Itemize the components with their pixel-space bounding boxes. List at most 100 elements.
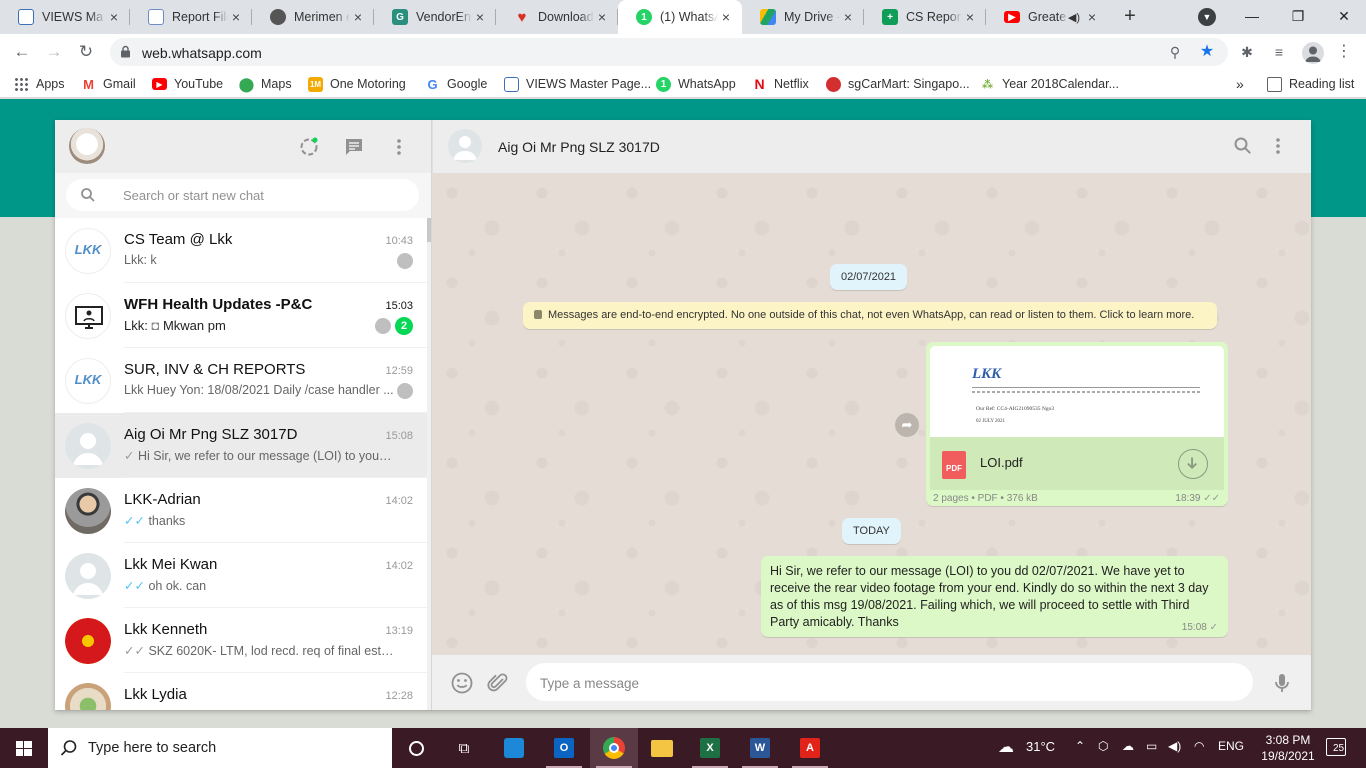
reading-list-button[interactable]: Reading list [1267, 75, 1354, 93]
show-hidden-icons[interactable]: ⌃ [1075, 739, 1085, 753]
close-window-button[interactable]: ✕ [1326, 4, 1362, 28]
message-area[interactable]: 02/07/2021 Messages are end-to-end encry… [432, 173, 1311, 655]
wifi-icon[interactable]: ◠ [1194, 739, 1204, 753]
bookmark-youtube[interactable]: ▶ YouTube [152, 75, 223, 93]
address-bar[interactable]: web.whatsapp.com ⚲ ★ [110, 38, 1228, 66]
status-icon[interactable] [298, 136, 320, 158]
taskbar-app-edge[interactable] [490, 728, 538, 768]
menu-icon[interactable] [388, 136, 410, 158]
notification-center-button[interactable]: 25 [1326, 738, 1348, 758]
security-tray-icon[interactable]: ⬡ [1098, 739, 1108, 753]
text-message[interactable]: Hi Sir, we refer to our message (LOI) to… [761, 556, 1228, 637]
new-tab-button[interactable]: + [1118, 5, 1142, 29]
bookmark-sgcarmart[interactable]: sgCarMart: Singapo... [826, 75, 970, 93]
chat-item-lkk-adrian[interactable]: LKK-Adrian 14:02 ✓✓ thanks [55, 478, 427, 543]
close-tab-icon[interactable]: × [106, 9, 122, 25]
tab-youtube[interactable]: ▶ Greate ◀) × [986, 0, 1108, 34]
download-button[interactable] [1178, 449, 1208, 479]
bookmark-onemotoring[interactable]: 1M One Motoring [308, 75, 406, 93]
search-messages-icon[interactable] [1233, 136, 1253, 156]
weather-temp[interactable]: 31°C [1026, 739, 1055, 754]
forward-icon[interactable]: ➦ [895, 413, 919, 437]
tab-download[interactable]: ♥ Download × [496, 0, 618, 34]
tab-report-file[interactable]: Report File × [130, 0, 252, 34]
onedrive-icon[interactable]: ☁ [1122, 739, 1134, 753]
conversation-menu-icon[interactable] [1268, 136, 1288, 156]
chat-item-lkk-lydia[interactable]: Lkk Lydia 12:28 [55, 673, 427, 710]
start-button[interactable] [0, 728, 48, 768]
tab-drive[interactable]: My Drive - × [742, 0, 864, 34]
taskbar-app-acrobat[interactable]: A [786, 728, 834, 768]
chat-item-aig-oi[interactable]: Aig Oi Mr Png SLZ 3017D 15:08 ✓ Hi Sir, … [55, 413, 427, 478]
minimize-button[interactable]: — [1234, 4, 1270, 28]
close-tab-icon[interactable]: × [228, 9, 244, 25]
close-tab-icon[interactable]: × [472, 9, 488, 25]
bookmark-calendar[interactable]: ⁂ Year 2018Calendar... [980, 75, 1119, 93]
document-message[interactable]: LKK Our Ref: CC4-AIG21090535 Ngo3 02 JUL… [926, 342, 1228, 506]
bookmarks-overflow[interactable]: » [1236, 75, 1244, 93]
bookmark-apps[interactable]: Apps [14, 75, 65, 93]
tab-views[interactable]: VIEWS Ma × [0, 0, 130, 34]
taskbar-app-word[interactable]: W [736, 728, 784, 768]
tab-search-icon[interactable]: ▼ [1198, 8, 1216, 26]
cortana-button[interactable] [392, 728, 440, 768]
extensions-puzzle-icon[interactable]: ✱ [1237, 42, 1257, 62]
encryption-notice[interactable]: Messages are end-to-end encrypted. No on… [523, 302, 1217, 329]
bookmark-maps[interactable]: ⬤ Maps [239, 75, 292, 93]
system-clock[interactable]: 3:08 PM 19/8/2021 [1256, 732, 1320, 764]
close-tab-icon[interactable]: × [350, 9, 366, 25]
taskbar-app-chrome[interactable] [590, 728, 638, 768]
search-icon[interactable] [80, 187, 96, 203]
contact-avatar[interactable] [448, 129, 482, 163]
tab-cs-report[interactable]: + CS Report × [864, 0, 986, 34]
search-input[interactable] [123, 185, 403, 205]
volume-icon[interactable]: ◀) [1168, 739, 1181, 753]
taskbar-app-excel[interactable]: X [686, 728, 734, 768]
lock-icon[interactable] [120, 45, 131, 58]
close-tab-icon[interactable]: × [840, 9, 856, 25]
bookmark-whatsapp[interactable]: 1 WhatsApp [656, 75, 736, 93]
message-input[interactable] [540, 673, 1230, 693]
zoom-search-icon[interactable]: ⚲ [1166, 43, 1184, 61]
profile-avatar[interactable] [1302, 42, 1324, 64]
compose-box[interactable] [526, 663, 1253, 701]
tab-vendor[interactable]: G VendorEng × [374, 0, 496, 34]
new-chat-icon[interactable] [343, 136, 365, 158]
close-tab-icon[interactable]: × [594, 9, 610, 25]
document-preview[interactable]: LKK Our Ref: CC4-AIG21090535 Ngo3 02 JUL… [930, 346, 1224, 437]
reload-button[interactable]: ↻ [74, 40, 98, 64]
task-view-button[interactable]: ⧉ [440, 728, 488, 768]
search-box[interactable] [66, 179, 419, 211]
media-control-icon[interactable]: ≡ [1269, 42, 1289, 62]
chat-item-lkk-mei-kwan[interactable]: Lkk Mei Kwan 14:02 ✓✓ oh ok. can [55, 543, 427, 608]
chat-item-wfh-health[interactable]: WFH Health Updates -P&C 15:03 Lkk: ◘ Mkw… [55, 283, 427, 348]
weather-icon[interactable]: ☁ [998, 737, 1014, 757]
forward-button[interactable]: → [42, 40, 66, 64]
bookmark-gmail[interactable]: M Gmail [81, 75, 136, 93]
chat-item-cs-team[interactable]: LKK CS Team @ Lkk 10:43 Lkk: k [55, 218, 427, 283]
taskbar-search-box[interactable]: Type here to search [48, 728, 392, 768]
bookmark-google[interactable]: G Google [425, 75, 487, 93]
conversation-header[interactable]: Aig Oi Mr Png SLZ 3017D [432, 120, 1311, 173]
emoji-icon[interactable] [450, 671, 474, 695]
close-tab-icon[interactable]: × [718, 9, 734, 25]
chat-item-lkk-kenneth[interactable]: Lkk Kenneth 13:19 ✓✓ SKZ 6020K- LTM, lod… [55, 608, 427, 673]
microphone-icon[interactable] [1270, 671, 1294, 695]
language-indicator[interactable]: ENG [1218, 739, 1244, 753]
restore-button[interactable]: ❐ [1280, 4, 1316, 28]
tab-whatsapp[interactable]: 1 (1) WhatsA × [618, 0, 742, 34]
back-button[interactable]: ← [10, 40, 34, 64]
battery-icon[interactable]: ▭ [1146, 739, 1157, 753]
tab-merimen[interactable]: Merimen e × [252, 0, 374, 34]
chat-item-sur-inv-ch[interactable]: LKK SUR, INV & CH REPORTS 12:59 Lkk Huey… [55, 348, 427, 413]
close-tab-icon[interactable]: × [962, 9, 978, 25]
speaker-icon[interactable]: ◀) [1068, 11, 1080, 24]
chrome-menu-icon[interactable]: ⋮ [1334, 42, 1354, 62]
document-file-row[interactable]: PDF LOI.pdf [930, 437, 1224, 490]
taskbar-app-explorer[interactable] [638, 728, 686, 768]
my-profile-avatar[interactable] [69, 128, 105, 164]
attach-icon[interactable] [486, 671, 510, 695]
bookmark-star-icon[interactable]: ★ [1198, 43, 1216, 61]
close-tab-icon[interactable]: × [1084, 9, 1100, 25]
bookmark-views[interactable]: VIEWS Master Page... [504, 75, 651, 93]
